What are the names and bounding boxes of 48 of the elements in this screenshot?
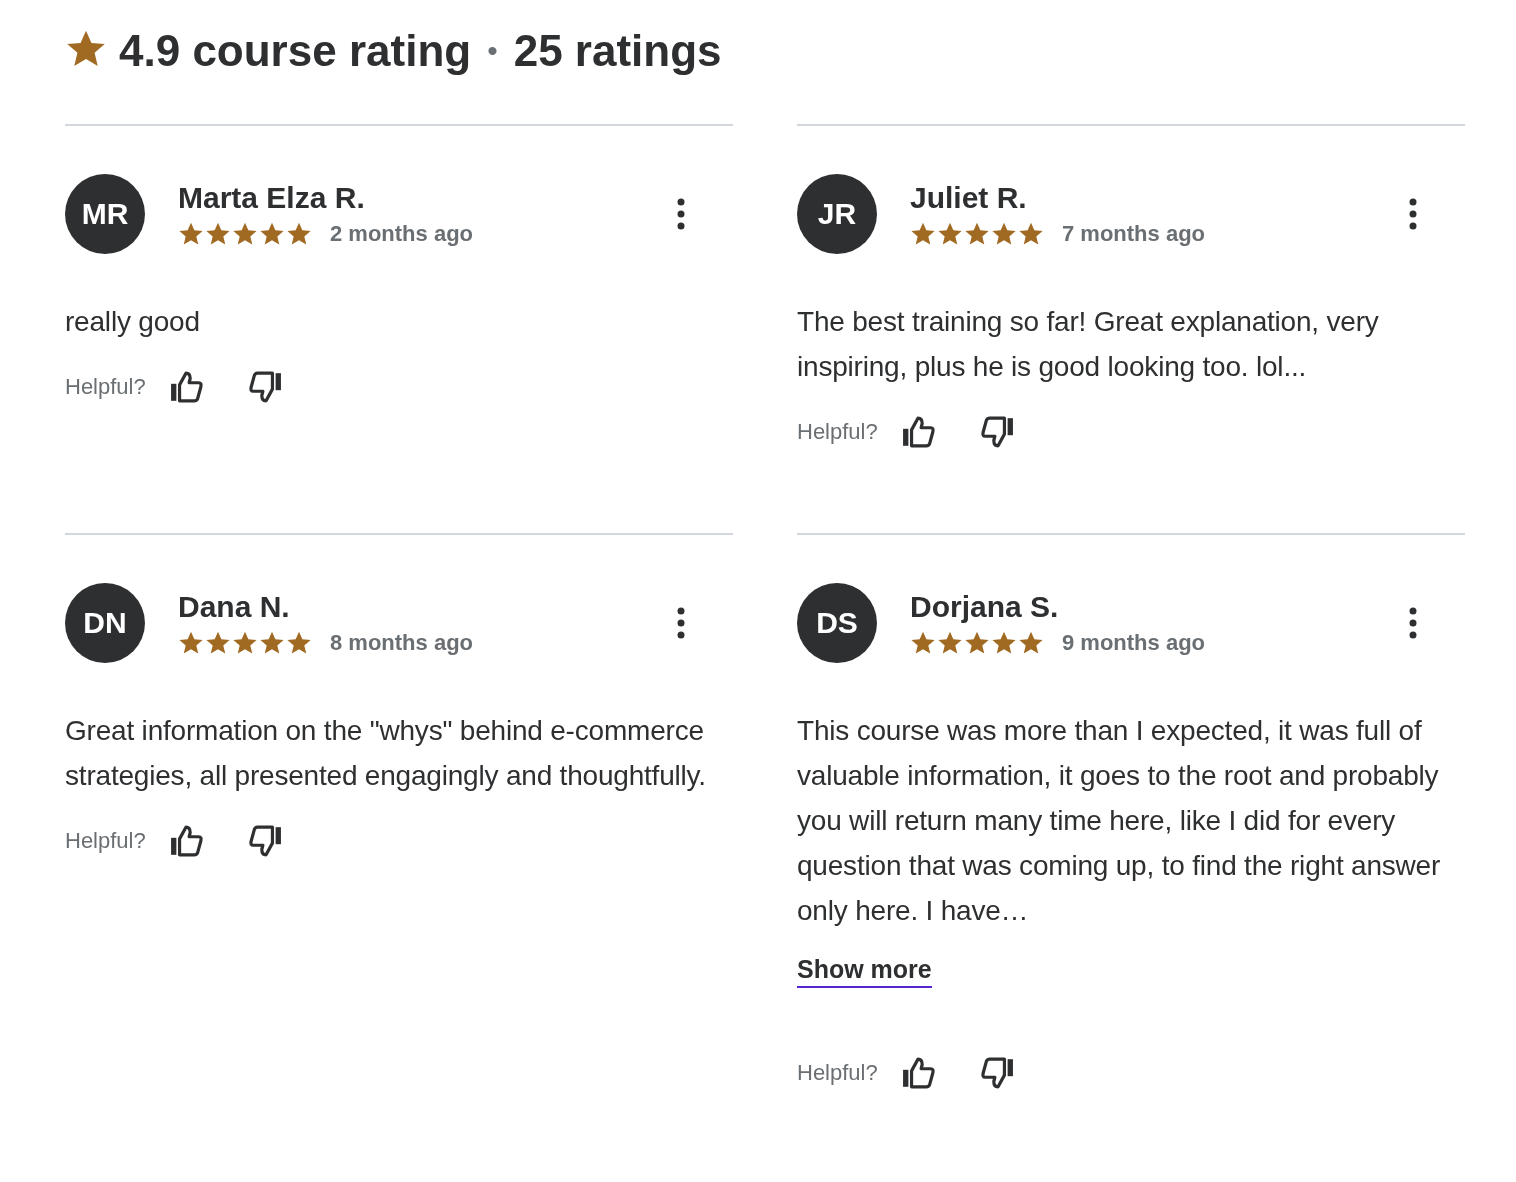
more-icon [1409, 198, 1417, 230]
reviewer-name: Juliet R. [910, 181, 1028, 215]
avatar: JR [797, 174, 877, 254]
star-icon [205, 630, 231, 656]
more-icon [677, 607, 685, 639]
show-more-link[interactable]: Show more [797, 955, 932, 988]
star-icon [259, 221, 285, 247]
review-date: 8 months ago [330, 630, 473, 656]
helpful-label: Helpful? [797, 1060, 878, 1086]
star-icon [1018, 221, 1044, 247]
star-icon [178, 221, 204, 247]
review-text: Great information on the "whys" behind e-commerce strategies, all presented engagingly and thoughtfully. [65, 714, 707, 793]
star-icon [259, 630, 285, 656]
review-date: 7 months ago [1062, 221, 1205, 247]
star-icon [286, 221, 312, 247]
reviewer-name: Dorjana S. [910, 590, 1060, 624]
star-icon [232, 221, 258, 247]
star-icon [991, 630, 1017, 656]
separator-dot: • [487, 34, 498, 68]
more-icon [1409, 607, 1417, 639]
ratings-count: 25 ratings [513, 26, 722, 76]
reviewer-name: Marta Elza R. [178, 181, 366, 215]
reviewer-name: Dana N. [178, 590, 291, 624]
review-text: The best training so far! Great explanation, very inspiring, plus he is good looking too. lol... [797, 305, 1380, 384]
review-text: really good [65, 305, 201, 339]
star-icon [910, 630, 936, 656]
star-icon [910, 221, 936, 247]
review-date: 2 months ago [330, 221, 473, 247]
star-icon [178, 630, 204, 656]
avatar: DN [65, 583, 145, 663]
helpful-label: Helpful? [65, 828, 146, 854]
more-icon [677, 198, 685, 230]
review-text: This course was more than I expected, it was full of valuable information, it goes to the root and probably you will return many time here, like I did for every question that was coming up, to find the right answer only here. I have… [797, 714, 1442, 928]
star-icon [1018, 630, 1044, 656]
helpful-label: Helpful? [797, 419, 878, 445]
star-icon [991, 221, 1017, 247]
star-icon [286, 630, 312, 656]
review-date: 9 months ago [1062, 630, 1205, 656]
avatar: DS [797, 583, 877, 663]
star-icon [205, 221, 231, 247]
avatar: MR [65, 174, 145, 254]
star-icon [937, 630, 963, 656]
star-icon [964, 630, 990, 656]
star-icon [232, 630, 258, 656]
helpful-label: Helpful? [65, 374, 146, 400]
course-rating: 4.9 course rating [119, 26, 472, 76]
star-icon [964, 221, 990, 247]
star-icon [937, 221, 963, 247]
